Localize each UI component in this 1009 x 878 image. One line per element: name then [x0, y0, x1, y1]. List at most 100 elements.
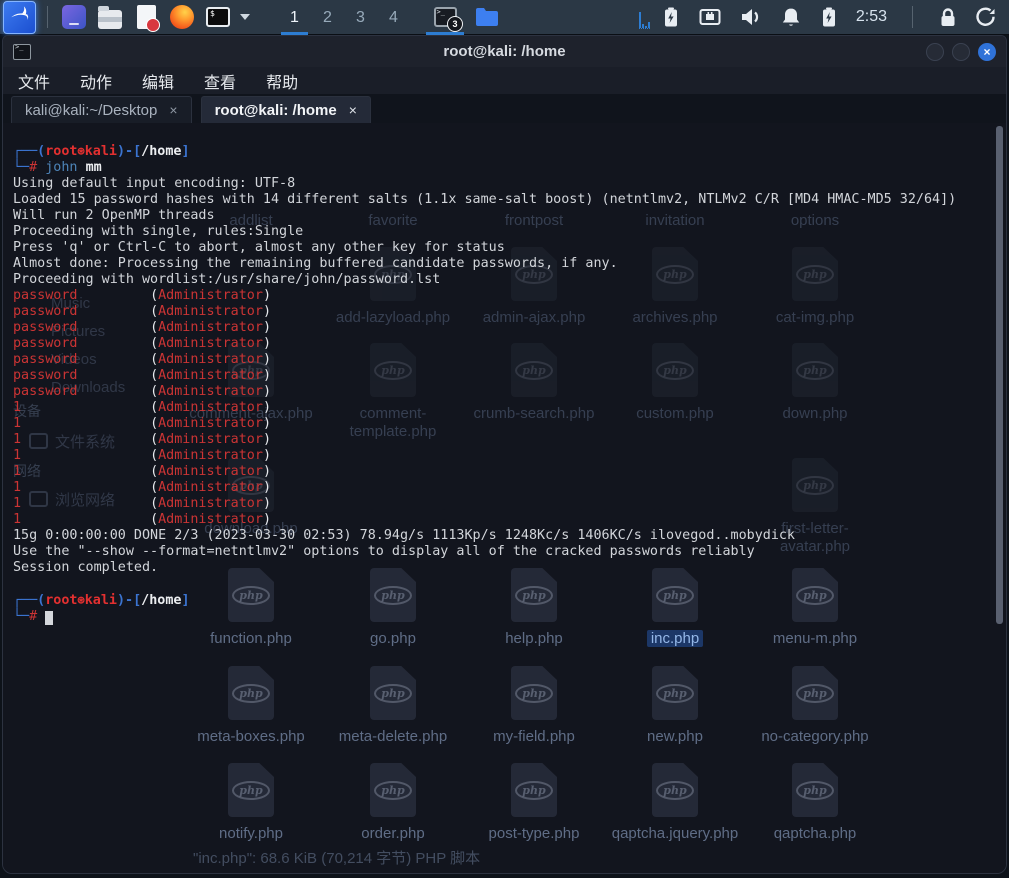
lock-icon[interactable]: [938, 6, 958, 28]
terminal-line: password (Administrator): [13, 384, 956, 400]
php-file-icon: php: [511, 666, 557, 720]
maximize-button[interactable]: [952, 43, 970, 61]
terminal-launcher[interactable]: [203, 2, 233, 32]
file-manager-icon: [98, 10, 122, 29]
workspace-1[interactable]: 1: [278, 0, 311, 35]
workspace-3[interactable]: 3: [344, 0, 377, 35]
php-file-icon: php: [228, 763, 274, 817]
kali-logo-icon: [9, 4, 31, 31]
terminal-line: 1 (Administrator): [13, 480, 956, 496]
text-editor-icon: [137, 5, 156, 29]
clock[interactable]: 2:53: [856, 8, 887, 26]
file-manager-launcher[interactable]: [95, 2, 125, 32]
menu-item-3[interactable]: 查看: [204, 69, 236, 93]
terminal-output: ┌──(root⊛kali)-[/home]└─# john mmUsing d…: [3, 123, 956, 625]
terminal-line: password (Administrator): [13, 320, 956, 336]
terminal-line: password (Administrator): [13, 368, 956, 384]
terminal-line: 1 (Administrator): [13, 400, 956, 416]
terminal-line: 1 (Administrator): [13, 416, 956, 432]
text-editor-launcher[interactable]: [131, 2, 161, 32]
menu-bar: 文件 动作 编辑 查看 帮助: [3, 67, 1006, 94]
tab-0[interactable]: kali@kali:~/Desktop ×: [11, 96, 192, 123]
terminal-line: Loaded 15 password hashes with 14 differ…: [13, 192, 956, 208]
logout-icon[interactable]: [975, 6, 997, 28]
window-terminal-icon[interactable]: [13, 44, 31, 60]
terminal-line: password (Administrator): [13, 352, 956, 368]
workspace-pager: 1234: [278, 0, 410, 35]
terminal-line: [13, 576, 956, 592]
file-manager-window-button[interactable]: [466, 0, 508, 35]
file-label: notify.php: [184, 825, 318, 843]
firefox-launcher[interactable]: [167, 2, 197, 32]
file-label: no-category.php: [748, 728, 882, 746]
file-label: function.php: [184, 630, 318, 648]
terminal-line: password (Administrator): [13, 336, 956, 352]
menu-item-4[interactable]: 帮助: [266, 69, 298, 93]
window-list: 3: [424, 0, 508, 35]
file-label: new.php: [608, 728, 742, 746]
terminal[interactable]: "inc.php": 68.6 KiB (70,214 字节) PHP 脚本 a…: [3, 123, 1006, 873]
tab-1[interactable]: root@kali: /home ×: [201, 96, 371, 123]
kali-menu-button[interactable]: [3, 1, 36, 34]
terminal-line: ┌──(root⊛kali)-[/home]: [13, 592, 956, 609]
workspace-4[interactable]: 4: [377, 0, 410, 35]
network-icon[interactable]: [698, 7, 722, 27]
file-label: go.php: [326, 630, 460, 648]
file-label: my-field.php: [467, 728, 601, 746]
file-label-selected: inc.php: [608, 630, 742, 648]
blue-folder-icon: [475, 7, 499, 27]
terminal-line: Use the "--show --format=netntlmv2" opti…: [13, 544, 956, 560]
minimize-button[interactable]: [926, 43, 944, 61]
volume-icon[interactable]: [739, 6, 763, 28]
notifications-bell-icon[interactable]: [780, 6, 802, 28]
terminal-line: Almost done: Processing the remaining bu…: [13, 256, 956, 272]
window-manager-launcher[interactable]: [59, 2, 89, 32]
file-manager-statusbar-ghost: "inc.php": 68.6 KiB (70,214 字节) PHP 脚本: [193, 847, 480, 868]
terminal-line: Press 'q' or Ctrl-C to abort, almost any…: [13, 240, 956, 256]
titlebar-buttons: ×: [926, 43, 996, 61]
php-file-icon: php: [652, 763, 698, 817]
menu-item-0[interactable]: 文件: [18, 69, 50, 93]
file-label: help.php: [467, 630, 601, 648]
php-file-icon: php: [370, 763, 416, 817]
top-panel: 1234 3: [0, 0, 1009, 35]
terminal-line: Proceeding with single, rules:Single: [13, 224, 956, 240]
php-file-icon: php: [511, 763, 557, 817]
terminal-window: root@kali: /home × 文件 动作 编辑 查看 帮助 kali@kali:…: [2, 35, 1007, 874]
menu-item-1[interactable]: 动作: [80, 69, 112, 93]
terminal-scrollbar[interactable]: [996, 126, 1003, 624]
terminal-line: Session completed.: [13, 560, 956, 576]
tab-label: kali@kali:~/Desktop: [25, 102, 157, 119]
terminal-line: password (Administrator): [13, 288, 956, 304]
tab-close-icon[interactable]: ×: [349, 102, 357, 118]
battery-icon[interactable]: [661, 6, 681, 28]
file-label: qaptcha.php: [748, 825, 882, 843]
workspace-2[interactable]: 2: [311, 0, 344, 35]
cpu-graph[interactable]: [639, 6, 650, 29]
terminal-line: 1 (Administrator): [13, 464, 956, 480]
terminal-line: Will run 2 OpenMP threads: [13, 208, 956, 224]
php-file-icon: php: [792, 763, 838, 817]
panel-separator: [912, 6, 913, 28]
desktop: 1234 3: [0, 0, 1009, 878]
php-file-icon: php: [370, 666, 416, 720]
panel-right: 2:53: [639, 0, 1009, 35]
chevron-down-icon[interactable]: [240, 14, 250, 20]
terminal-line: 1 (Administrator): [13, 448, 956, 464]
tab-close-icon[interactable]: ×: [169, 102, 177, 118]
terminal-line: 1 (Administrator): [13, 496, 956, 512]
terminal-line: 1 (Administrator): [13, 432, 956, 448]
menu-item-2[interactable]: 编辑: [142, 69, 174, 93]
file-label: meta-delete.php: [326, 728, 460, 746]
terminal-line: 15g 0:00:00:00 DONE 2/3 (2023-03-30 02:5…: [13, 528, 956, 544]
file-label: post-type.php: [467, 825, 601, 843]
terminal-line: ┌──(root⊛kali)-[/home]: [13, 143, 956, 160]
file-label: order.php: [326, 825, 460, 843]
close-button[interactable]: ×: [978, 43, 996, 61]
terminal-line: Proceeding with wordlist:/usr/share/john…: [13, 272, 956, 288]
tab-label: root@kali: /home: [215, 102, 337, 119]
terminal-window-button[interactable]: 3: [424, 0, 466, 35]
titlebar[interactable]: root@kali: /home ×: [3, 36, 1006, 67]
power-manager-battery-icon[interactable]: [819, 6, 839, 28]
file-label: qaptcha.jquery.php: [608, 825, 742, 843]
